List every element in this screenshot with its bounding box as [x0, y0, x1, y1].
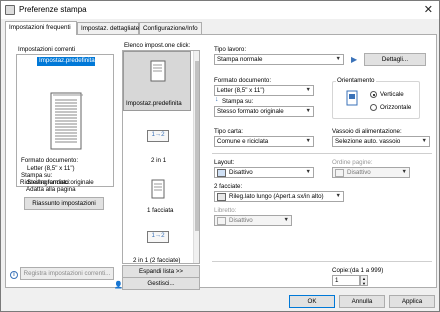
document-size-value: Letter (8,5" x 11") [217, 87, 265, 94]
summary-line-3: Stampa su: [21, 172, 53, 179]
tab-detailed-settings[interactable]: Impostaz. dettagliate [77, 22, 139, 34]
chevron-down-icon: ▼ [335, 56, 341, 62]
one-click-item-label: Impostaz.predefinita [126, 100, 182, 107]
summary-line-1: Formato documento: [21, 157, 79, 164]
one-click-item-label[interactable]: 2 in 1 (2 facciate) [133, 257, 180, 263]
page-order-value: Disattivo [347, 169, 371, 176]
divider [212, 261, 432, 262]
tray-select[interactable]: Selezione auto. vassoio ▼ [332, 136, 430, 147]
chevron-down-icon: ▼ [421, 138, 427, 144]
document-size-label: Formato documento: [214, 77, 272, 84]
cancel-button[interactable]: Annulla [339, 295, 385, 308]
duplex-icon [217, 193, 226, 201]
chevron-down-icon: ▼ [305, 87, 311, 93]
apply-button[interactable]: Applica [389, 295, 435, 308]
summary-line-6: Adatta alla pagina [26, 186, 76, 193]
job-type-select[interactable]: Stampa normale ▼ [214, 54, 344, 65]
register-current-settings-button[interactable]: Registra impostazioni correnti... [20, 267, 114, 280]
summary-line-2: Letter (8,5" x 11") [27, 165, 75, 172]
print-preferences-window: Preferenze stampa ✕ Impostazioni frequen… [0, 0, 440, 312]
close-icon[interactable]: ✕ [424, 3, 433, 16]
manage-button[interactable]: Gestisci... [122, 277, 200, 290]
job-type-value: Stampa normale [217, 56, 263, 63]
job-type-label: Tipo lavoro: [214, 46, 247, 53]
chevron-down-icon: ▼ [283, 217, 289, 223]
chevron-down-icon: ▼ [335, 193, 341, 199]
portrait-radio[interactable] [370, 91, 377, 98]
summary-line-5: Riduci/Ingrandisci: [20, 179, 71, 186]
page-order-label: Ordine pagine: [332, 159, 373, 166]
window-title: Preferenze stampa [19, 5, 87, 14]
copies-value: 1 [335, 277, 339, 284]
one-click-item-default[interactable]: Impostaz.predefinita [123, 51, 191, 111]
tab-configuration-info[interactable]: Configurazione/Info [139, 22, 202, 34]
title-bar: Preferenze stampa ✕ [1, 1, 439, 19]
list-scrollbar[interactable] [193, 51, 199, 263]
portrait-label: Verticale [380, 91, 404, 98]
one-click-list-heading: Elenco impost.one click: [124, 42, 191, 49]
settings-panel: Impostazioni correnti Impostaz.predefini… [5, 34, 437, 290]
page-order-icon [335, 169, 344, 177]
layout-value: Disattivo [229, 169, 253, 176]
printer-icon [5, 5, 15, 15]
layout-select[interactable]: Disattivo ▼ [214, 167, 314, 178]
portrait-page-icon [346, 90, 358, 106]
print-on-value: Stesso formato originale [217, 108, 284, 115]
ok-button[interactable]: OK [289, 295, 335, 308]
divider [212, 153, 432, 154]
current-settings-preview: Impostaz.predefinita Formato documento: … [16, 54, 114, 187]
one-click-item-label[interactable]: 2 in 1 [151, 157, 166, 164]
document-size-select[interactable]: Letter (8,5" x 11") ▼ [214, 85, 314, 96]
chevron-down-icon: ▼ [305, 138, 311, 144]
chevron-down-icon: ▼ [305, 169, 311, 175]
paper-type-select[interactable]: Comune e riciclata ▼ [214, 136, 314, 147]
booklet-value: Disattivo [229, 217, 253, 224]
booklet-select[interactable]: Disattivo ▼ [214, 215, 292, 226]
single-sided-icon [151, 179, 165, 199]
document-icon [150, 60, 166, 82]
landscape-radio[interactable] [370, 104, 377, 111]
current-settings-name: Impostaz.predefinita [37, 57, 95, 66]
print-on-select[interactable]: Stesso formato originale ▼ [214, 106, 314, 117]
chevron-down-icon: ▼ [305, 108, 311, 114]
copies-input[interactable]: 1 [332, 275, 360, 286]
one-click-item-label[interactable]: 1 facciata [147, 207, 173, 214]
arrow-down-icon: ↓ [215, 96, 219, 103]
two-in-one-duplex-icon: 1→2 [147, 231, 169, 243]
page-preview-icon [50, 92, 83, 150]
one-click-list: Impostaz.predefinita 1→2 2 in 1 1 faccia… [122, 50, 200, 264]
duplex-value: Rileg.lato lungo (Apert.a sx/in alto) [229, 193, 324, 200]
layout-icon [217, 169, 226, 177]
tab-frequent-settings[interactable]: Impostazioni frequenti [5, 21, 77, 35]
tray-label: Vassoio di alimentazione: [332, 128, 402, 135]
booklet-label: Libretto: [214, 207, 237, 214]
duplex-select[interactable]: Rileg.lato lungo (Apert.a sx/in alto) ▼ [214, 191, 344, 202]
orientation-label: Orientamento [336, 77, 376, 84]
page-order-select[interactable]: Disattivo ▼ [332, 167, 410, 178]
duplex-label: 2 facciate: [214, 183, 243, 190]
tray-value: Selezione auto. vassoio [335, 138, 401, 145]
details-button[interactable]: Dettagli... [364, 53, 426, 66]
paper-type-label: Tipo carta: [214, 128, 244, 135]
layout-label: Layout: [214, 159, 235, 166]
current-settings-heading: Impostazioni correnti [18, 46, 76, 53]
info-icon: i [10, 271, 18, 279]
landscape-label: Orizzontale [380, 104, 412, 111]
copies-label: Copie:(da 1 a 999) [332, 267, 384, 274]
booklet-icon [217, 217, 226, 225]
chevron-down-icon: ▼ [401, 169, 407, 175]
print-on-label: Stampa su: [222, 98, 254, 105]
scrollbar-thumb[interactable] [195, 61, 199, 231]
copies-spinner[interactable]: ▲ ▼ [360, 275, 368, 286]
paper-type-value: Comune e riciclata [217, 138, 269, 145]
two-in-one-icon: 1→2 [147, 130, 169, 142]
arrow-right-icon: ▶ [351, 55, 358, 64]
summary-settings-button[interactable]: Riassunto impostazioni [24, 197, 104, 210]
